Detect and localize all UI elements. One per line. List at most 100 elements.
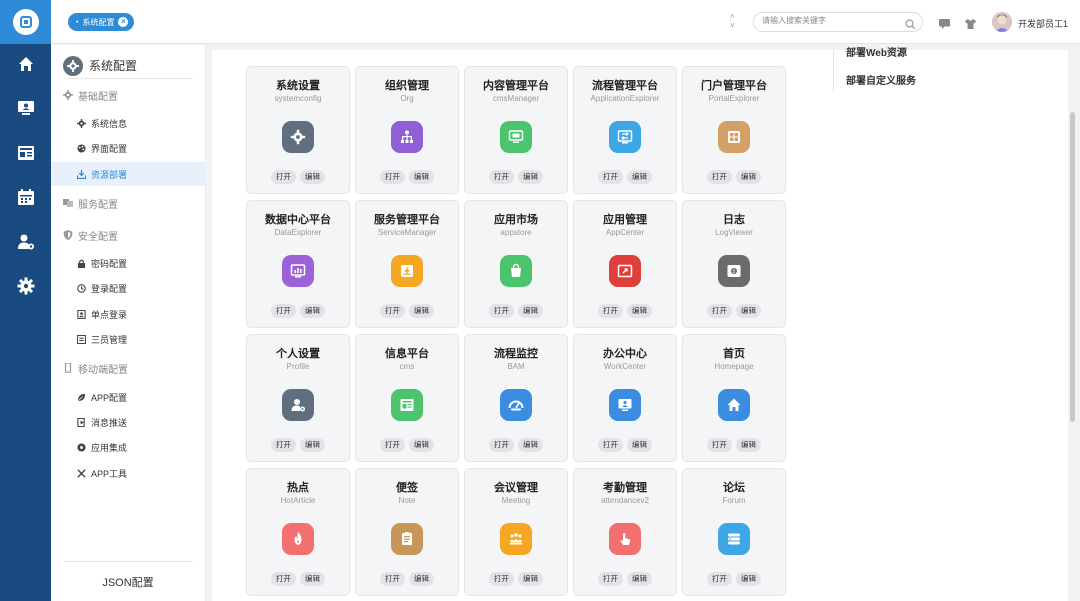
edit-button[interactable]: 编辑	[300, 438, 325, 452]
open-button[interactable]: 打开	[707, 304, 732, 318]
deploy-web-resource-link[interactable]: 部署Web资源	[846, 44, 907, 59]
open-button[interactable]: 打开	[489, 438, 514, 452]
app-card[interactable]: 个人设置 Profile 打开 编辑	[246, 334, 350, 462]
edit-button[interactable]: 编辑	[300, 170, 325, 184]
edit-button[interactable]: 编辑	[627, 304, 652, 318]
sidebar-group-service[interactable]: 服务配置	[51, 191, 206, 215]
deploy-custom-service-link[interactable]: 部署自定义服务	[846, 72, 916, 87]
edit-button[interactable]: 编辑	[736, 170, 761, 184]
app-card[interactable]: 流程管理平台 ApplicationExplorer 打开 编辑	[573, 66, 677, 194]
open-button[interactable]: 打开	[271, 304, 296, 318]
app-card[interactable]: 数据中心平台 DataExplorer 打开 编辑	[246, 200, 350, 328]
avatar[interactable]	[992, 12, 1012, 32]
app-card[interactable]: 论坛 Forum 打开 编辑	[682, 468, 786, 596]
sidebar-group-basic[interactable]: 基础配置	[51, 83, 206, 107]
edit-button[interactable]: 编辑	[409, 572, 434, 586]
app-card[interactable]: 首页 Homepage 打开 编辑	[682, 334, 786, 462]
open-button[interactable]: 打开	[598, 170, 623, 184]
edit-button[interactable]: 编辑	[518, 304, 543, 318]
edit-button[interactable]: 编辑	[409, 170, 434, 184]
sidebar-group-mobile[interactable]: 移动端配置	[51, 356, 206, 380]
app-card[interactable]: 流程监控 BAM 打开 编辑	[464, 334, 568, 462]
sidebar-group-security[interactable]: 安全配置	[51, 223, 206, 247]
desktop-user-icon[interactable]	[0, 92, 51, 124]
sidebar-item-push[interactable]: 消息推送	[51, 410, 206, 434]
open-button[interactable]: 打开	[598, 572, 623, 586]
edit-button[interactable]: 编辑	[518, 170, 543, 184]
app-card[interactable]: 热点 HotArticle 打开 编辑	[246, 468, 350, 596]
user-name[interactable]: 开发部员工1	[1018, 17, 1068, 30]
open-button[interactable]: 打开	[707, 170, 732, 184]
app-actions: 打开 编辑	[683, 170, 785, 184]
edit-button[interactable]: 编辑	[300, 304, 325, 318]
home-icon[interactable]	[0, 48, 51, 80]
app-card[interactable]: 组织管理 Org 打开 编辑	[355, 66, 459, 194]
edit-button[interactable]: 编辑	[409, 304, 434, 318]
open-button[interactable]: 打开	[380, 438, 405, 452]
sidebar-item-system-info[interactable]: 系统信息	[51, 111, 206, 135]
sidebar-item-app-tools[interactable]: APP工具	[51, 461, 206, 485]
open-button[interactable]: 打开	[598, 438, 623, 452]
json-config-button[interactable]: JSON配置	[63, 561, 193, 601]
app-card[interactable]: 便签 Note 打开 编辑	[355, 468, 459, 596]
open-button[interactable]: 打开	[271, 572, 296, 586]
app-card[interactable]: 考勤管理 attendancev2 打开 编辑	[573, 468, 677, 596]
edit-button[interactable]: 编辑	[627, 572, 652, 586]
open-button[interactable]: 打开	[489, 304, 514, 318]
app-card[interactable]: 信息平台 cms 打开 编辑	[355, 334, 459, 462]
open-button[interactable]: 打开	[271, 438, 296, 452]
open-button[interactable]: 打开	[271, 170, 296, 184]
open-button[interactable]: 打开	[489, 170, 514, 184]
message-icon[interactable]	[939, 16, 950, 34]
app-card[interactable]: 会议管理 Meeting 打开 编辑	[464, 468, 568, 596]
edit-button[interactable]: 编辑	[627, 170, 652, 184]
sidebar-item-three-admins[interactable]: 三员管理	[51, 327, 206, 351]
open-button[interactable]: 打开	[707, 572, 732, 586]
search-input[interactable]	[762, 16, 902, 25]
sidebar-item-label: 资源部署	[91, 169, 128, 180]
gear-icon[interactable]	[0, 270, 51, 302]
open-button[interactable]: 打开	[707, 438, 732, 452]
sidebar-item-resource-deploy[interactable]: 资源部署	[51, 162, 206, 186]
app-card[interactable]: 系统设置 systemconfig 打开 编辑	[246, 66, 350, 194]
sidebar-item-app-config[interactable]: APP配置	[51, 385, 206, 409]
edit-button[interactable]: 编辑	[409, 438, 434, 452]
chevron-updown-icon[interactable]: ˄ ˅	[730, 12, 735, 30]
open-button[interactable]: 打开	[489, 572, 514, 586]
edit-button[interactable]: 编辑	[736, 572, 761, 586]
edit-button[interactable]: 编辑	[518, 572, 543, 586]
edit-button[interactable]: 编辑	[736, 304, 761, 318]
edit-button[interactable]: 编辑	[627, 438, 652, 452]
search-icon[interactable]	[905, 17, 916, 35]
sidebar-item-integration[interactable]: 应用集成	[51, 435, 206, 459]
news-icon[interactable]	[0, 137, 51, 169]
app-card[interactable]: 应用市场 appstore 打开 编辑	[464, 200, 568, 328]
open-button[interactable]: 打开	[380, 170, 405, 184]
app-subtitle: AppCenter	[605, 228, 645, 237]
app-logo[interactable]	[0, 0, 51, 44]
user-settings-icon[interactable]	[0, 226, 51, 258]
sidebar-item-password[interactable]: 密码配置	[51, 251, 206, 275]
scrollbar[interactable]	[1070, 112, 1075, 422]
app-card[interactable]: 办公中心 WorkCenter 打开 编辑	[573, 334, 677, 462]
app-card[interactable]: 应用管理 AppCenter 打开 编辑	[573, 200, 677, 328]
sidebar-item-login[interactable]: 登录配置	[51, 276, 206, 300]
app-card[interactable]: 服务管理平台 ServiceManager 打开 编辑	[355, 200, 459, 328]
tab-system-config[interactable]: • 系统配置 ×	[68, 13, 135, 31]
theme-icon[interactable]	[965, 16, 976, 34]
close-icon[interactable]: ×	[118, 17, 129, 27]
calendar-icon[interactable]	[0, 181, 51, 213]
sidebar-item-sso[interactable]: 单点登录	[51, 302, 206, 326]
edit-button[interactable]: 编辑	[736, 438, 761, 452]
edit-button[interactable]: 编辑	[300, 572, 325, 586]
open-button[interactable]: 打开	[380, 572, 405, 586]
sidebar-item-ui-config[interactable]: 界面配置	[51, 136, 206, 160]
edit-button[interactable]: 编辑	[518, 438, 543, 452]
app-card[interactable]: 门户管理平台 PortalExplorer 打开 编辑	[682, 66, 786, 194]
open-button[interactable]: 打开	[380, 304, 405, 318]
app-card[interactable]: 内容管理平台 cmsManager 打开 编辑	[464, 66, 568, 194]
open-button[interactable]: 打开	[598, 304, 623, 318]
sidebar-item-label: APP配置	[91, 392, 128, 403]
app-card[interactable]: 日志 LogViewer 打开 编辑	[682, 200, 786, 328]
mobile-icon	[63, 363, 73, 373]
